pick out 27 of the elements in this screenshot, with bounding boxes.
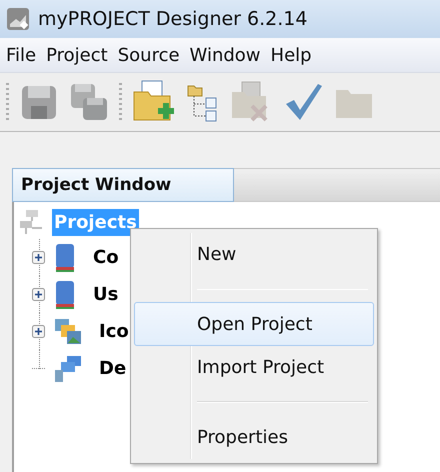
menu-item[interactable]: Properties [134,415,374,459]
book-icon [53,242,77,272]
menu-item[interactable]: New [134,233,374,276]
network-icon [18,209,44,235]
toolbar-grip[interactable] [6,83,9,121]
tree-node[interactable]: De [97,355,128,382]
menu-item[interactable]: Window [190,44,261,66]
menu-item[interactable]: Open Project [134,302,374,346]
menu-item[interactable]: Help [270,44,312,66]
menu-item[interactable]: Source [118,44,180,66]
check-icon[interactable] [284,82,324,122]
images-icon [53,316,83,346]
book-icon [53,280,77,310]
app-icon [6,7,30,31]
expand-icon[interactable] [32,325,45,338]
tree-node[interactable]: Co [91,244,121,271]
menu-item[interactable]: File [6,44,36,66]
menu-item[interactable]: Import Project [134,346,374,390]
devices-icon [53,354,83,384]
panel-tab[interactable]: Project Window [12,168,234,202]
expand-icon[interactable] [32,288,45,301]
toolbar-grip[interactable] [119,83,122,121]
tree-node[interactable]: Us [91,281,120,308]
tree-node[interactable]: Ico [97,318,131,345]
expand-icon[interactable] [32,251,45,264]
window-title: myPROJECT Designer 6.2.14 [38,8,308,30]
menu-item[interactable]: Project [46,44,108,66]
